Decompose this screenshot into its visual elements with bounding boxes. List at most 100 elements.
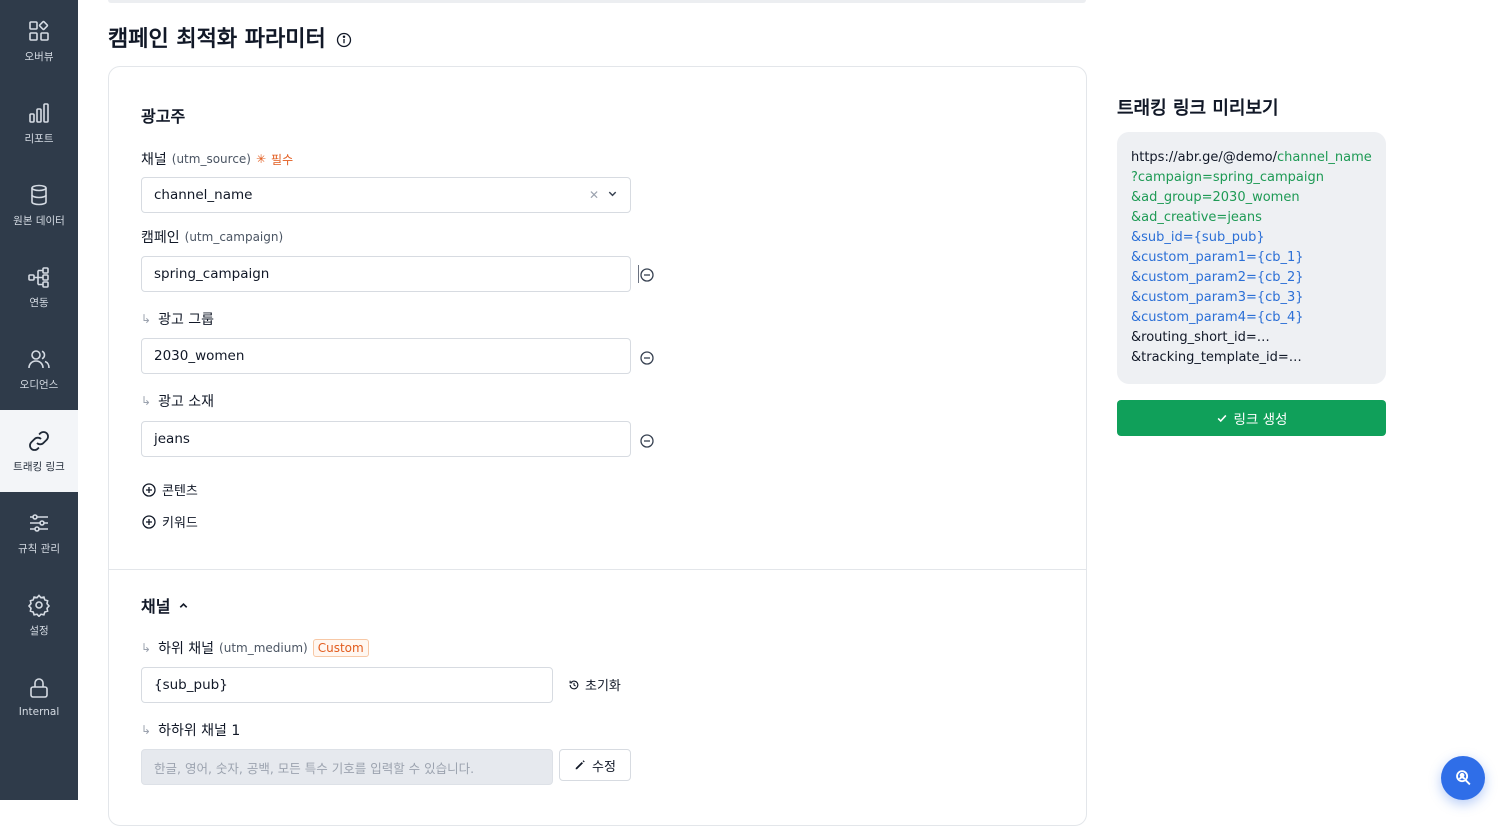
sidebar-item-settings[interactable]: 설정: [0, 574, 78, 656]
integration-icon: [27, 265, 51, 289]
advertiser-section-title: 광고주: [141, 107, 186, 126]
preview-line: &tracking_template_id=…: [1131, 350, 1302, 365]
campaign-field-label: 캠페인 (utm_campaign): [141, 227, 283, 247]
edit-button[interactable]: 수정: [559, 749, 631, 781]
sub-sub-channel-label-text: 하하위 채널 1: [158, 723, 241, 739]
section-divider: [109, 569, 1086, 570]
page-title: 캠페인 최적화 파라미터: [108, 22, 352, 52]
preview-line: &sub_id={sub_pub}: [1131, 230, 1265, 245]
plus-circle-icon: [142, 514, 156, 529]
sidebar-item-report[interactable]: 리포트: [0, 82, 78, 164]
check-icon: [1217, 414, 1226, 423]
preview-line: &custom_param3={cb_3}: [1131, 290, 1304, 305]
report-chart-icon: [27, 101, 51, 125]
clear-icon[interactable]: ✕: [589, 188, 599, 202]
channel-select[interactable]: channel_name ✕: [141, 177, 631, 213]
preview-line: ?campaign=spring_campaign: [1131, 170, 1324, 185]
required-asterisk-icon: ✳: [255, 152, 267, 166]
ad-group-input[interactable]: 2030_women: [141, 338, 631, 374]
sub-arrow-icon: ↳: [141, 723, 152, 737]
add-keyword-button[interactable]: 키워드: [142, 512, 198, 531]
sub-channel-input[interactable]: {sub_pub}: [141, 667, 553, 703]
tracking-link-preview: https://abr.ge/@demo/channel_name ?campa…: [1117, 132, 1386, 384]
utm-campaign-param: (utm_campaign): [184, 230, 284, 244]
preview-line: &routing_short_id=…: [1131, 330, 1270, 345]
sliders-icon: [27, 511, 51, 535]
ad-creative-field-label: ↳ 광고 소재: [141, 391, 214, 411]
parameter-form-card: 광고주 채널 (utm_source) ✳ 필수 channel_name ✕ …: [108, 66, 1087, 826]
create-link-button[interactable]: 링크 생성: [1117, 400, 1386, 436]
sub-channel-input-value: {sub_pub}: [154, 677, 228, 693]
sub-channel-field-label: ↳ 하위 채널 (utm_medium) Custom: [141, 638, 369, 658]
gear-icon: [27, 593, 51, 617]
chevron-up-icon: [180, 602, 188, 608]
reset-label: 초기화: [585, 679, 621, 694]
pencil-icon: [575, 760, 585, 770]
search-person-icon: [1456, 770, 1471, 786]
edit-label: 수정: [592, 759, 616, 775]
campaign-input[interactable]: spring_campaign: [141, 256, 631, 292]
page-title-text: 캠페인 최적화 파라미터: [108, 27, 326, 52]
database-icon: [27, 183, 51, 207]
preview-line: &custom_param4={cb_4}: [1131, 310, 1304, 325]
sidebar-item-label: 규칙 관리: [18, 542, 60, 555]
sidebar-item-overview[interactable]: 오버뷰: [0, 0, 78, 82]
preview-base-url: https://abr.ge/@demo/: [1131, 150, 1277, 165]
campaign-input-value: spring_campaign: [154, 266, 270, 282]
ad-creative-input[interactable]: jeans: [141, 421, 631, 457]
sub-sub-channel-placeholder: 한글, 영어, 숫자, 공백, 모든 특수 기호를 입력할 수 있습니다.: [154, 760, 475, 776]
sidebar-item-label: 설정: [29, 624, 49, 637]
plus-circle-icon: [142, 482, 156, 497]
preview-channel-part: channel_name: [1276, 150, 1372, 165]
sidebar-item-integration[interactable]: 연동: [0, 246, 78, 328]
info-icon[interactable]: [336, 29, 352, 48]
sub-arrow-icon: ↳: [141, 394, 152, 408]
preview-line-base: https://abr.ge/@demo/channel_name: [1131, 148, 1372, 168]
preview-title: 트래킹 링크 미리보기: [1117, 98, 1279, 119]
reset-button[interactable]: 초기화: [568, 675, 621, 694]
sidebar-item-label: Internal: [18, 706, 60, 718]
help-chat-button[interactable]: [1441, 756, 1485, 800]
text-cursor: [638, 265, 639, 283]
sidebar-item-label: 연동: [29, 296, 49, 309]
top-divider: [108, 0, 1086, 3]
overview-icon: [27, 19, 51, 43]
audience-icon: [27, 347, 51, 371]
sub-sub-channel-field-label: ↳ 하하위 채널 1: [141, 720, 240, 740]
channel-label-text: 채널: [141, 152, 167, 168]
link-icon: [27, 429, 51, 453]
custom-badge: Custom: [312, 639, 369, 657]
sub-channel-label-text: 하위 채널: [158, 641, 215, 657]
ad-creative-input-value: jeans: [154, 431, 190, 447]
add-keyword-label: 키워드: [162, 516, 198, 531]
sub-arrow-icon: ↳: [141, 641, 152, 655]
preview-line: &custom_param1={cb_1}: [1131, 250, 1304, 265]
lock-icon: [27, 676, 51, 700]
sidebar-item-audience[interactable]: 오디언스: [0, 328, 78, 410]
chevron-down-icon[interactable]: [607, 188, 618, 202]
sidebar-item-tracking-link[interactable]: 트래킹 링크: [0, 410, 78, 492]
remove-campaign-icon[interactable]: [640, 267, 654, 286]
sidebar-item-label: 오디언스: [19, 378, 59, 391]
sidebar-item-internal[interactable]: Internal: [0, 656, 78, 738]
remove-ad-creative-icon[interactable]: [640, 433, 654, 452]
remove-ad-group-icon[interactable]: [640, 350, 654, 369]
add-content-label: 콘텐츠: [162, 484, 198, 499]
sidebar-item-raw-data[interactable]: 원본 데이터: [0, 164, 78, 246]
history-icon: [569, 680, 579, 689]
channel-field-label: 채널 (utm_source) ✳ 필수: [141, 149, 293, 169]
preview-line: &ad_creative=jeans: [1131, 210, 1262, 225]
channel-section-header[interactable]: 채널: [141, 593, 189, 617]
channel-section-title: 채널: [141, 597, 171, 616]
ad-creative-label-text: 광고 소재: [158, 394, 215, 410]
sidebar: 오버뷰 리포트 원본 데이터 연동 오디언스 트래킹 링크 규칙 관리 설정 I…: [0, 0, 78, 800]
utm-medium-param: (utm_medium): [219, 641, 308, 655]
sidebar-item-label: 트래킹 링크: [13, 460, 65, 473]
preview-line: &ad_group=2030_women: [1131, 190, 1300, 205]
sidebar-item-rules[interactable]: 규칙 관리: [0, 492, 78, 574]
campaign-label-text: 캠페인: [141, 230, 180, 246]
ad-group-field-label: ↳ 광고 그룹: [141, 309, 214, 329]
required-label: 필수: [271, 152, 294, 167]
add-content-button[interactable]: 콘텐츠: [142, 480, 198, 499]
sub-sub-channel-input[interactable]: 한글, 영어, 숫자, 공백, 모든 특수 기호를 입력할 수 있습니다.: [141, 749, 553, 785]
